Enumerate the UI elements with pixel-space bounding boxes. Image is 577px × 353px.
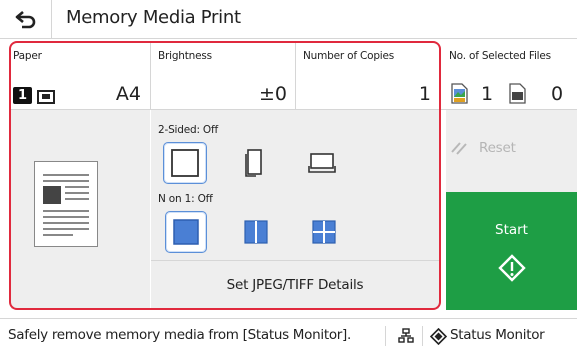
divider xyxy=(422,326,423,346)
start-button[interactable]: Start xyxy=(446,192,577,310)
start-label: Start xyxy=(495,222,528,238)
set-jpeg-tiff-details-button[interactable]: Set JPEG/TIFF Details xyxy=(151,261,439,309)
single-sided-icon xyxy=(171,149,199,177)
reset-button[interactable]: Reset xyxy=(446,110,577,192)
n-on-1-off-option[interactable] xyxy=(165,211,207,253)
selected-files-label: No. of Selected Files xyxy=(449,50,551,62)
two-sided-long-edge-option[interactable] xyxy=(232,142,276,184)
divider xyxy=(385,326,386,346)
status-message: Safely remove memory media from [Status … xyxy=(8,327,351,343)
long-edge-duplex-icon xyxy=(245,149,262,177)
reset-label: Reset xyxy=(479,140,516,156)
jpeg-file-icon xyxy=(451,83,468,104)
short-edge-duplex-icon xyxy=(308,153,336,173)
paper-tray-icon xyxy=(37,90,55,104)
n-on-1-two-option[interactable] xyxy=(236,211,276,253)
status-monitor-icon xyxy=(430,328,447,345)
two-on-one-icon xyxy=(244,220,268,244)
brightness-tile[interactable]: Brightness ±0 xyxy=(151,43,295,109)
page-preview xyxy=(34,161,98,247)
start-diamond-icon xyxy=(498,254,526,282)
jpeg-count: 1 xyxy=(481,83,494,105)
one-page-layout-icon xyxy=(173,219,199,245)
paper-label: Paper xyxy=(13,50,42,62)
paper-tile[interactable]: Paper 1 A4 xyxy=(11,43,149,109)
two-sided-label: 2-Sided: Off xyxy=(158,124,218,136)
back-button[interactable] xyxy=(0,0,52,38)
tray-number: 1 xyxy=(17,88,28,103)
two-sided-short-edge-option[interactable] xyxy=(300,142,344,184)
document-thumbnail-icon xyxy=(43,174,89,236)
page-title: Memory Media Print xyxy=(66,7,241,28)
back-arrow-icon xyxy=(15,11,35,29)
four-on-one-icon xyxy=(312,220,336,244)
copies-tile[interactable]: Number of Copies 1 xyxy=(296,43,439,109)
network-icon xyxy=(398,328,414,343)
selected-files-tile[interactable]: No. of Selected Files 1 0 xyxy=(445,43,577,109)
n-on-1-four-option[interactable] xyxy=(304,211,344,253)
paper-size: A4 xyxy=(115,83,141,105)
tray-number-badge: 1 xyxy=(13,87,32,104)
status-monitor-label: Status Monitor xyxy=(450,327,545,343)
copies-value: 1 xyxy=(418,83,431,105)
reset-icon xyxy=(451,142,467,155)
n-on-1-label: N on 1: Off xyxy=(158,193,213,205)
two-sided-off-option[interactable] xyxy=(163,142,207,184)
set-jpeg-tiff-details-label: Set JPEG/TIFF Details xyxy=(226,277,364,293)
status-bar: Safely remove memory media from [Status … xyxy=(0,318,577,353)
status-monitor-button[interactable]: Status Monitor xyxy=(426,323,577,349)
brightness-value: ±0 xyxy=(258,83,287,105)
brightness-label: Brightness xyxy=(158,50,212,62)
pdf-file-icon xyxy=(509,83,526,104)
pdf-count: 0 xyxy=(551,83,564,105)
copies-label: Number of Copies xyxy=(303,50,395,62)
